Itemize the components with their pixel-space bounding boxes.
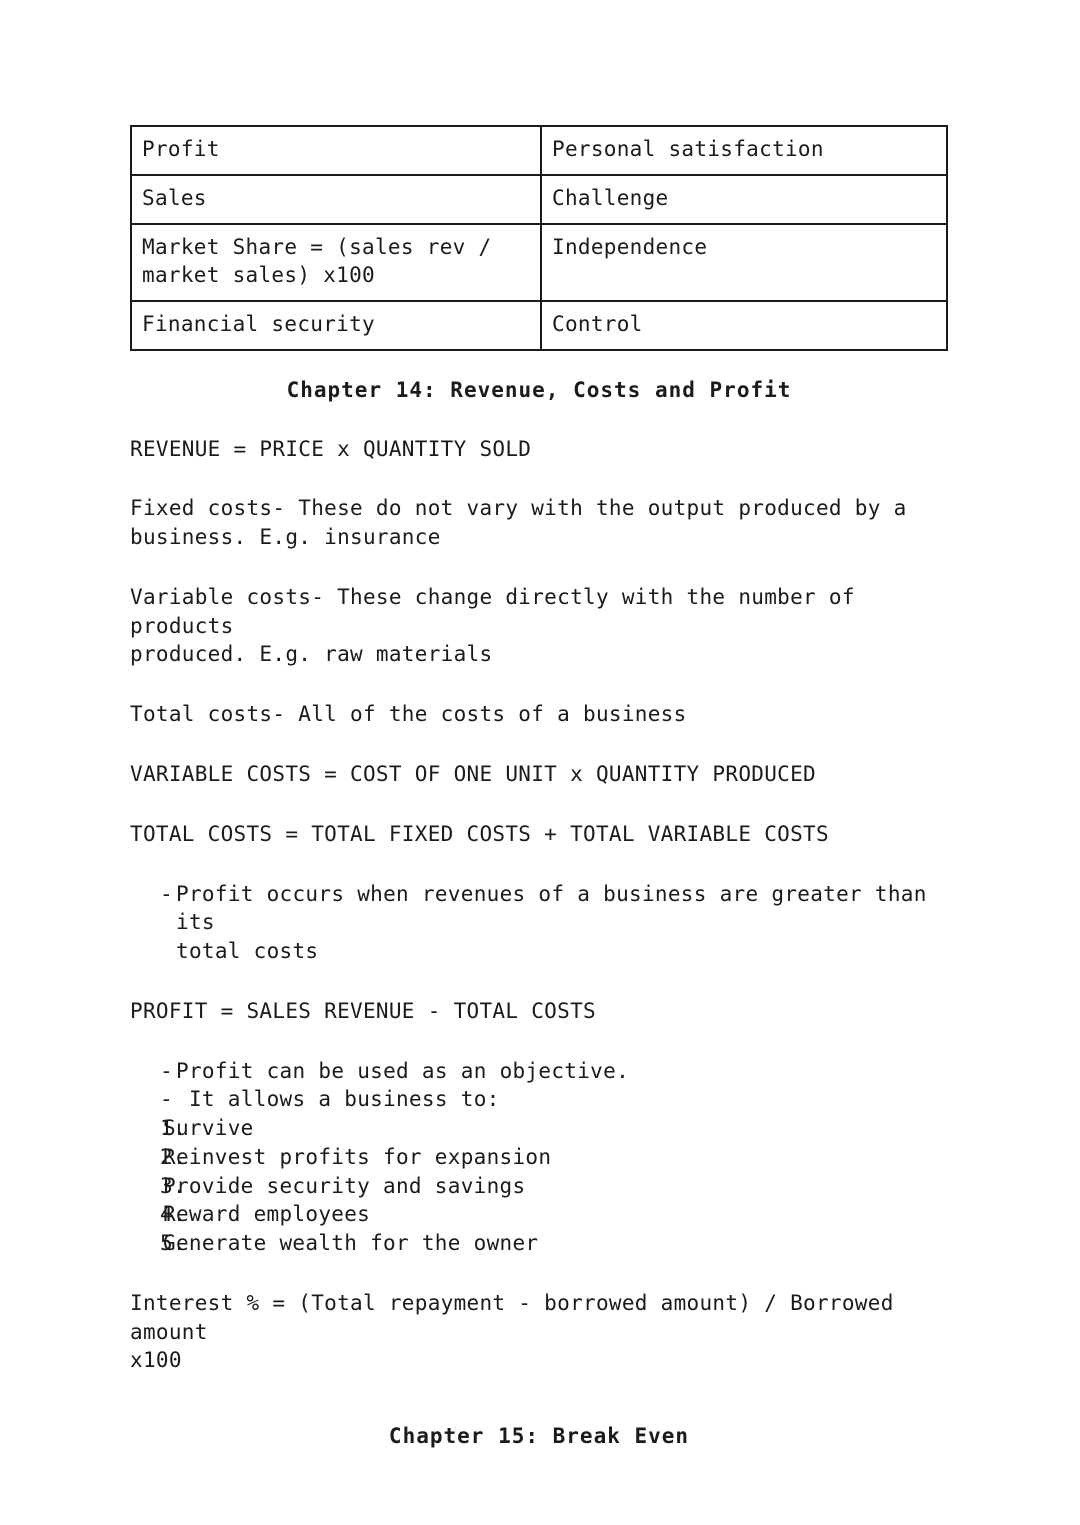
table-cell-objective-personal: Independence bbox=[540, 222, 948, 302]
list-item: 4. Reward employees bbox=[130, 1200, 948, 1229]
table-cell-text: Sales bbox=[142, 185, 207, 210]
table-cell-objective-financial: Sales bbox=[130, 173, 542, 225]
list-item: 5. Generate wealth for the owner bbox=[130, 1229, 948, 1258]
revenue-formula: REVENUE = PRICE x QUANTITY SOLD bbox=[130, 436, 532, 461]
list-item: - It allows a business to: bbox=[130, 1085, 948, 1114]
table-cell-objective-financial: Financial security bbox=[130, 299, 542, 351]
list-item-label: Reinvest profits for expansion bbox=[163, 1144, 552, 1169]
list-item-label: Profit can be used as an objective. bbox=[176, 1058, 630, 1083]
bullet-dash-icon: - bbox=[160, 881, 173, 906]
list-number: 4. bbox=[160, 1202, 186, 1227]
list-item: 3. Provide security and savings bbox=[130, 1172, 948, 1201]
table-cell-text: Financial security bbox=[142, 311, 375, 336]
list-number: 5. bbox=[160, 1231, 186, 1256]
list-item: 2. Reinvest profits for expansion bbox=[130, 1143, 948, 1172]
table-row: Sales Challenge bbox=[130, 173, 948, 225]
document-page: Profit Personal satisfaction Sales Chall… bbox=[0, 0, 1080, 1525]
list-item-label: Survive bbox=[163, 1116, 254, 1141]
variable-costs-formula: VARIABLE COSTS = COST OF ONE UNIT x QUAN… bbox=[130, 761, 816, 786]
chapter-15-heading: Chapter 15: Break Even bbox=[388, 1424, 690, 1449]
list-number: 2. bbox=[160, 1144, 186, 1169]
table-cell-text: Profit bbox=[142, 137, 220, 161]
list-number: 3. bbox=[160, 1173, 186, 1198]
bullet-dash-icon: - bbox=[160, 1058, 173, 1083]
table-cell-text: Market Share = (sales rev / bbox=[142, 234, 492, 259]
table-cell-text: Personal satisfaction bbox=[552, 137, 824, 161]
variable-costs-definition: Variable costs- These change directly wi… bbox=[130, 584, 855, 667]
profit-definition-bullet-list: - Profit occurs when revenues of a busin… bbox=[130, 880, 948, 966]
table-cell-text: Control bbox=[552, 311, 643, 336]
chapter-14-heading: Chapter 14: Revenue, Costs and Profit bbox=[286, 377, 792, 402]
table-row: Profit Personal satisfaction bbox=[130, 125, 948, 176]
table-cell-text: Challenge bbox=[552, 185, 669, 210]
list-item-label: Reward employees bbox=[163, 1202, 371, 1227]
profit-uses-numbered-list: 1. Survive 2. Reinvest profits for expan… bbox=[130, 1114, 948, 1258]
fixed-costs-definition: Fixed costs- These do not vary with the … bbox=[130, 496, 907, 550]
list-item: - Profit occurs when revenues of a busin… bbox=[130, 880, 948, 966]
table-cell-text: market sales) x100 bbox=[142, 262, 375, 287]
table-cell-objective-personal: Control bbox=[540, 299, 948, 351]
list-number: 1. bbox=[160, 1116, 186, 1141]
table-cell-objective-financial: Profit bbox=[130, 125, 542, 176]
table-cell-objective-personal: Personal satisfaction bbox=[540, 125, 948, 176]
table-row: Market Share = (sales rev / market sales… bbox=[130, 222, 948, 302]
interest-formula: Interest % = (Total repayment - borrowed… bbox=[130, 1290, 894, 1373]
business-objectives-table: Profit Personal satisfaction Sales Chall… bbox=[130, 125, 948, 351]
total-costs-definition: Total costs- All of the costs of a busin… bbox=[130, 702, 687, 727]
bullet-dash-icon: - bbox=[160, 1087, 173, 1112]
list-item-label: Provide security and savings bbox=[163, 1173, 526, 1198]
table-cell-objective-personal: Challenge bbox=[540, 173, 948, 225]
table-row: Financial security Control bbox=[130, 299, 948, 351]
list-item-label: It allows a business to: bbox=[176, 1087, 500, 1112]
list-item: - Profit can be used as an objective. bbox=[130, 1057, 948, 1086]
table-cell-objective-financial: Market Share = (sales rev / market sales… bbox=[130, 222, 542, 302]
profit-formula: PROFIT = SALES REVENUE - TOTAL COSTS bbox=[130, 998, 596, 1023]
total-costs-formula: TOTAL COSTS = TOTAL FIXED COSTS + TOTAL … bbox=[130, 821, 829, 846]
table-cell-text: Independence bbox=[552, 234, 708, 259]
list-item-label: Profit occurs when revenues of a busines… bbox=[176, 881, 927, 964]
list-item: 1. Survive bbox=[130, 1114, 948, 1143]
profit-objective-bullet-list: - Profit can be used as an objective. - … bbox=[130, 1057, 948, 1115]
list-item-label: Generate wealth for the owner bbox=[163, 1231, 539, 1256]
